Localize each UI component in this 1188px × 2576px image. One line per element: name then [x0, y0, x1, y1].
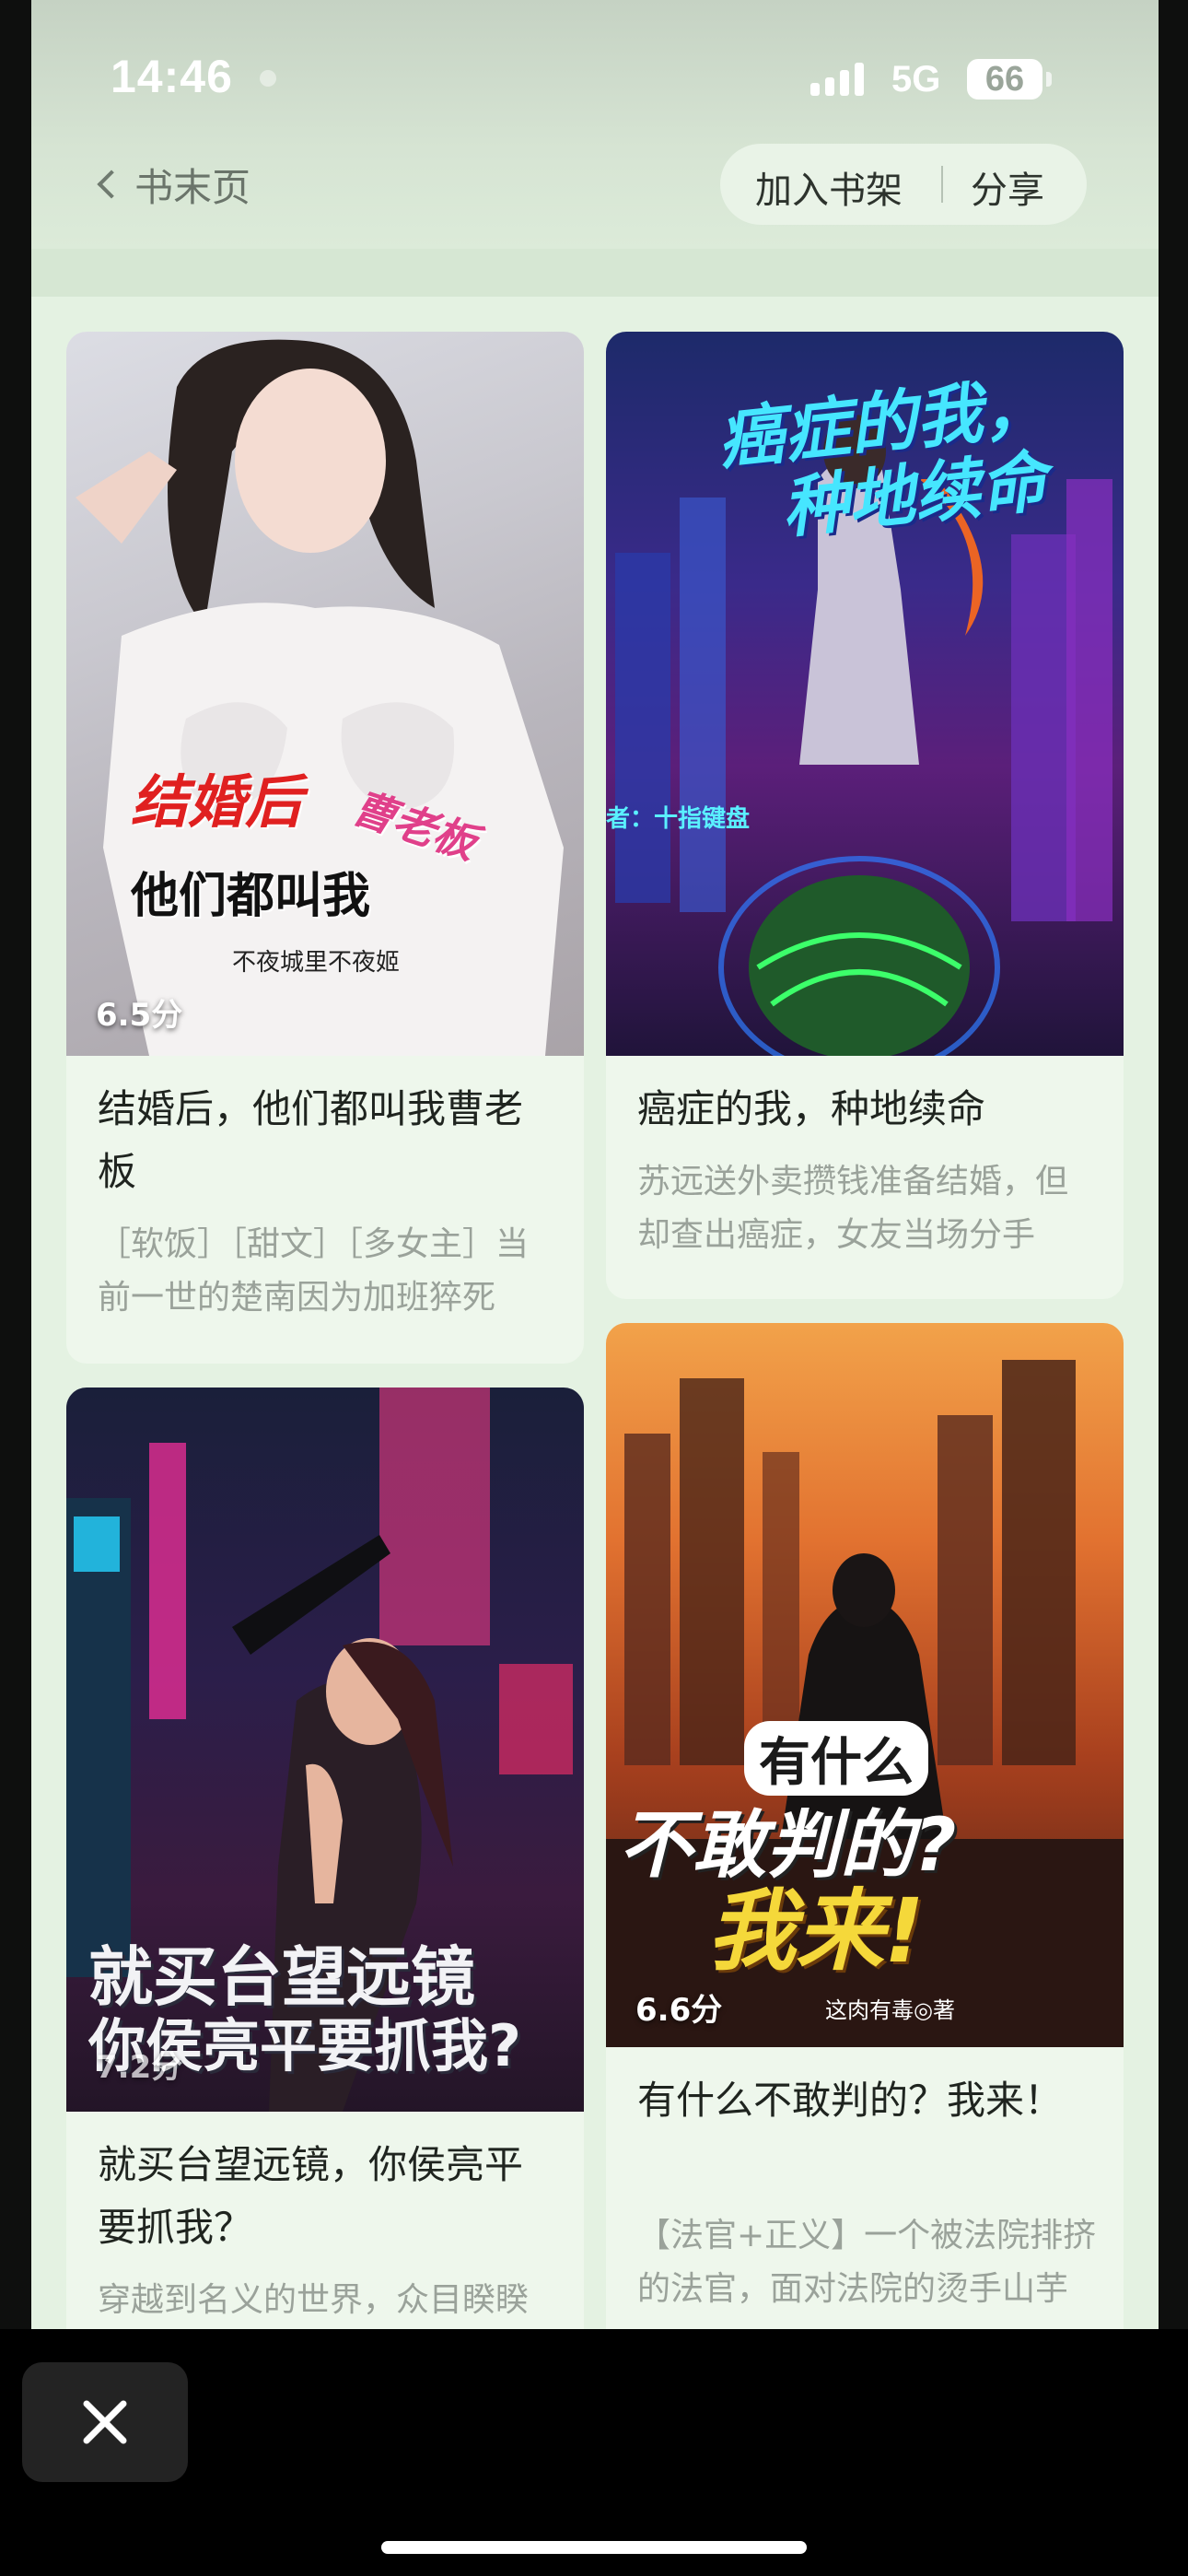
- cover-author: 不夜城里不夜姬: [232, 949, 401, 977]
- close-icon: [83, 2400, 127, 2444]
- header-divider-band: [31, 249, 1159, 297]
- cover-author: 者：十指键盘: [606, 805, 751, 833]
- back-label: 书末页: [134, 164, 251, 210]
- book-title: 就买台望远镜，你侯亮平要抓我？: [98, 2142, 524, 2250]
- cover-title-line-1: 结婚后: [131, 768, 303, 836]
- book-card[interactable]: 就买台望远镜 你侯亮平要抓我? 7.2分 就买台望远镜，你侯亮平要抓我？ 穿越到…: [66, 1388, 584, 2329]
- signal-icon: [810, 63, 875, 103]
- network-label: 5G: [891, 59, 941, 100]
- cover-title-line-1: 有什么: [744, 1721, 928, 1796]
- cover-title-line-3: 我来!: [707, 1879, 925, 1983]
- action-pill: 加入书架 分享: [720, 144, 1087, 225]
- score-badge: 7.2分: [96, 2049, 183, 2086]
- cover-title-line-3: 他们都叫我: [131, 869, 371, 924]
- add-to-shelf-button[interactable]: 加入书架: [755, 160, 903, 214]
- book-cover: 结婚后 曹老板 他们都叫我 不夜城里不夜姬 6.5分: [66, 332, 584, 1056]
- book-cover: 就买台望远镜 你侯亮平要抓我? 7.2分: [66, 1388, 584, 2112]
- book-card[interactable]: 结婚后 曹老板 他们都叫我 不夜城里不夜姬 6.5分 结婚后，他们都叫我曹老板 …: [66, 332, 584, 1364]
- score-badge: 6.6分: [635, 1992, 723, 2029]
- book-title: 有什么不敢判的？我来！: [637, 2078, 1064, 2123]
- book-cover: 癌症的我， 种地续命 者：十指键盘: [606, 332, 1124, 1056]
- left-gutter: [0, 0, 31, 2329]
- close-button[interactable]: [22, 2362, 188, 2482]
- book-desc: 【法官+正义】一个被法院排挤的法官，面对法院的烫手山芋: [637, 2217, 1097, 2308]
- pill-divider: [941, 166, 943, 203]
- score-badge: 6.5分: [96, 997, 183, 1034]
- book-desc: ［软饭］［甜文］［多女主］当前一世的楚南因为加班猝死: [98, 1225, 530, 1317]
- book-title: 癌症的我，种地续命: [637, 1086, 986, 1131]
- battery-icon: 66: [967, 59, 1042, 100]
- status-indicator-dot: [260, 70, 276, 87]
- book-desc: 穿越到名义的世界，众目睽睽: [98, 2281, 530, 2319]
- book-end-page: 书末页 加入书架 分享 结婚后 曹老板 他们都叫我 不夜城里不夜姬 6.5分 结…: [31, 0, 1159, 2329]
- book-cover: 有什么 不敢判的? 我来! 这肉有毒◎著 6.6分: [606, 1323, 1124, 2047]
- chevron-left-icon: [97, 170, 126, 199]
- book-card[interactable]: 癌症的我， 种地续命 者：十指键盘 癌症的我，种地续命 苏远送外卖攒钱准备结婚，…: [606, 332, 1124, 1299]
- book-card[interactable]: 有什么 不敢判的? 我来! 这肉有毒◎著 6.6分 有什么不敢判的？我来！ 【法…: [606, 1323, 1124, 2329]
- back-button[interactable]: 书末页: [94, 157, 250, 212]
- right-gutter: [1159, 0, 1188, 2329]
- cover-author: 这肉有毒◎著: [825, 1997, 955, 2023]
- book-title: 结婚后，他们都叫我曹老板: [98, 1086, 524, 1194]
- book-desc: 苏远送外卖攒钱准备结婚，但却查出癌症，女友当场分手: [637, 1163, 1069, 1254]
- battery-nub: [1046, 72, 1052, 87]
- status-time: 14:46: [111, 51, 233, 102]
- home-indicator[interactable]: [381, 2541, 807, 2554]
- share-button[interactable]: 分享: [971, 160, 1044, 214]
